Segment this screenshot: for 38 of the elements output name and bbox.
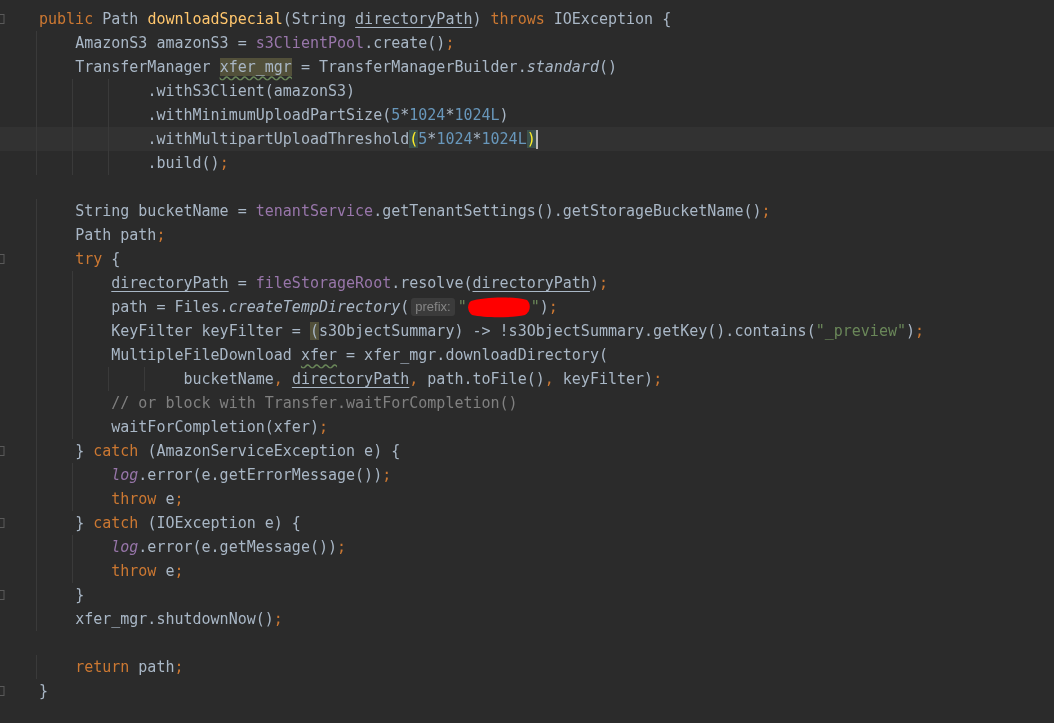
- redaction-mark: [466, 296, 531, 318]
- code-line: waitForCompletion(xfer);: [110, 417, 328, 437]
- code-line: public Path downloadSpecial(String directoryPath) throws IOException {: [39, 9, 672, 29]
- code-line: throw e;: [110, 489, 184, 509]
- code-line: bucketName, directoryPath, path.toFile(), keyFilter);: [182, 369, 663, 389]
- fold-icon[interactable]: [0, 446, 5, 456]
- fold-icon[interactable]: [0, 14, 5, 24]
- text-cursor: [535, 129, 538, 149]
- code-line: Path path;: [74, 225, 166, 245]
- code-line: directoryPath = fileStorageRoot.resolve(directoryPath);: [110, 273, 608, 293]
- fold-icon[interactable]: [0, 254, 5, 264]
- code-line: ");: [530, 297, 558, 317]
- inlay-hint: prefix:: [411, 298, 455, 316]
- code-line: ": [457, 297, 467, 317]
- fold-icon[interactable]: [0, 590, 5, 600]
- code-line: throw e;: [110, 561, 184, 581]
- code-line: path = Files.createTempDirectory(: [110, 297, 410, 317]
- fold-icon[interactable]: [0, 686, 5, 696]
- code-line: .withMultipartUploadThreshold(5*1024*1024L): [146, 129, 536, 149]
- code-line: TransferManager xfer_mgr = TransferManagerBuilder.standard(): [74, 57, 617, 77]
- code-line: .withMinimumUploadPartSize(5*1024*1024L): [146, 105, 509, 125]
- code-line: log.error(e.getMessage());: [110, 537, 347, 557]
- code-line: return path;: [74, 657, 184, 677]
- code-line: .build();: [146, 153, 229, 173]
- code-line: KeyFilter keyFilter = (s3ObjectSummary) -> !s3ObjectSummary.getKey().contains("_preview");: [110, 321, 925, 341]
- code-line: AmazonS3 amazonS3 = s3ClientPool.create();: [74, 33, 455, 53]
- code-line: xfer_mgr.shutdownNow();: [74, 609, 283, 629]
- code-line: try {: [74, 249, 121, 269]
- code-line: String bucketName = tenantService.getTenantSettings().getStorageBucketName();: [74, 201, 771, 221]
- code-line: .withS3Client(amazonS3): [146, 81, 356, 101]
- code-line: log.error(e.getErrorMessage());: [110, 465, 392, 485]
- fold-icon[interactable]: [0, 518, 5, 528]
- code-line: }: [74, 585, 85, 605]
- code-line: MultipleFileDownload xfer = xfer_mgr.downloadDirectory(: [110, 345, 608, 365]
- code-line: }: [39, 681, 49, 701]
- code-line: // or block with Transfer.waitForCompletion(): [110, 393, 518, 413]
- code-line: } catch (IOException e) {: [74, 513, 301, 533]
- code-line: } catch (AmazonServiceException e) {: [74, 441, 401, 461]
